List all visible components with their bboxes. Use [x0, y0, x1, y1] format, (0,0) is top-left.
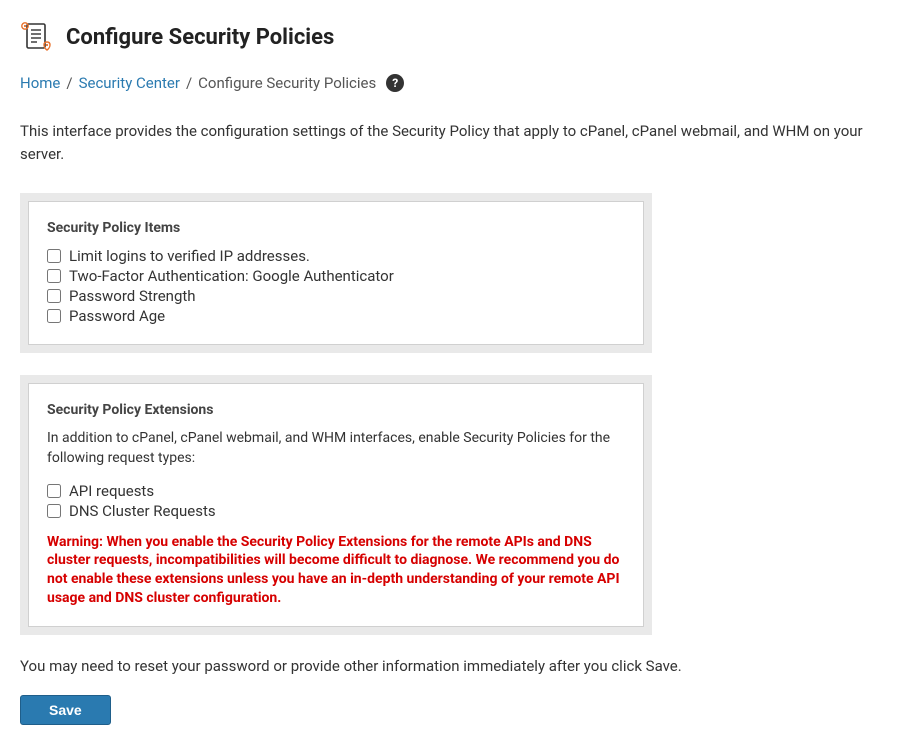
breadcrumb: Home / Security Center / Configure Secur… — [20, 74, 891, 92]
dns-cluster-requests-checkbox[interactable] — [47, 504, 61, 518]
policy-item-row: Password Age — [47, 306, 625, 326]
password-age-checkbox[interactable] — [47, 309, 61, 323]
security-policy-extensions-panel: Security Policy Extensions In addition t… — [20, 375, 652, 635]
breadcrumb-separator: / — [66, 74, 72, 92]
two-factor-auth-checkbox[interactable] — [47, 269, 61, 283]
extensions-panel-title: Security Policy Extensions — [47, 402, 625, 418]
breadcrumb-separator: / — [186, 74, 192, 92]
policy-item-label: Password Age — [69, 307, 165, 325]
policy-item-row: Limit logins to verified IP addresses. — [47, 246, 625, 266]
policy-item-label: Password Strength — [69, 287, 196, 305]
save-button[interactable]: Save — [20, 695, 111, 725]
extension-item-label: DNS Cluster Requests — [69, 502, 216, 520]
policy-item-row: Two-Factor Authentication: Google Authen… — [47, 266, 625, 286]
api-requests-checkbox[interactable] — [47, 484, 61, 498]
policy-item-row: Password Strength — [47, 286, 625, 306]
security-policy-icon — [20, 20, 54, 54]
breadcrumb-home-link[interactable]: Home — [20, 74, 60, 92]
extension-item-row: DNS Cluster Requests — [47, 501, 625, 521]
limit-logins-checkbox[interactable] — [47, 249, 61, 263]
extensions-warning: Warning: When you enable the Security Po… — [47, 533, 625, 609]
page-header: Configure Security Policies — [20, 20, 891, 54]
policy-item-label: Two-Factor Authentication: Google Authen… — [69, 267, 394, 285]
policy-item-label: Limit logins to verified IP addresses. — [69, 247, 310, 265]
page-title: Configure Security Policies — [66, 25, 334, 50]
save-note: You may need to reset your password or p… — [20, 657, 891, 675]
security-policy-items-panel: Security Policy Items Limit logins to ve… — [20, 193, 652, 353]
intro-text: This interface provides the configuratio… — [20, 120, 891, 165]
extensions-panel-desc: In addition to cPanel, cPanel webmail, a… — [47, 428, 625, 469]
breadcrumb-current: Configure Security Policies — [198, 74, 376, 92]
extension-item-label: API requests — [69, 482, 154, 500]
items-panel-title: Security Policy Items — [47, 220, 625, 236]
extension-item-row: API requests — [47, 481, 625, 501]
password-strength-checkbox[interactable] — [47, 289, 61, 303]
breadcrumb-security-center-link[interactable]: Security Center — [79, 74, 180, 92]
help-icon[interactable]: ? — [386, 74, 404, 92]
